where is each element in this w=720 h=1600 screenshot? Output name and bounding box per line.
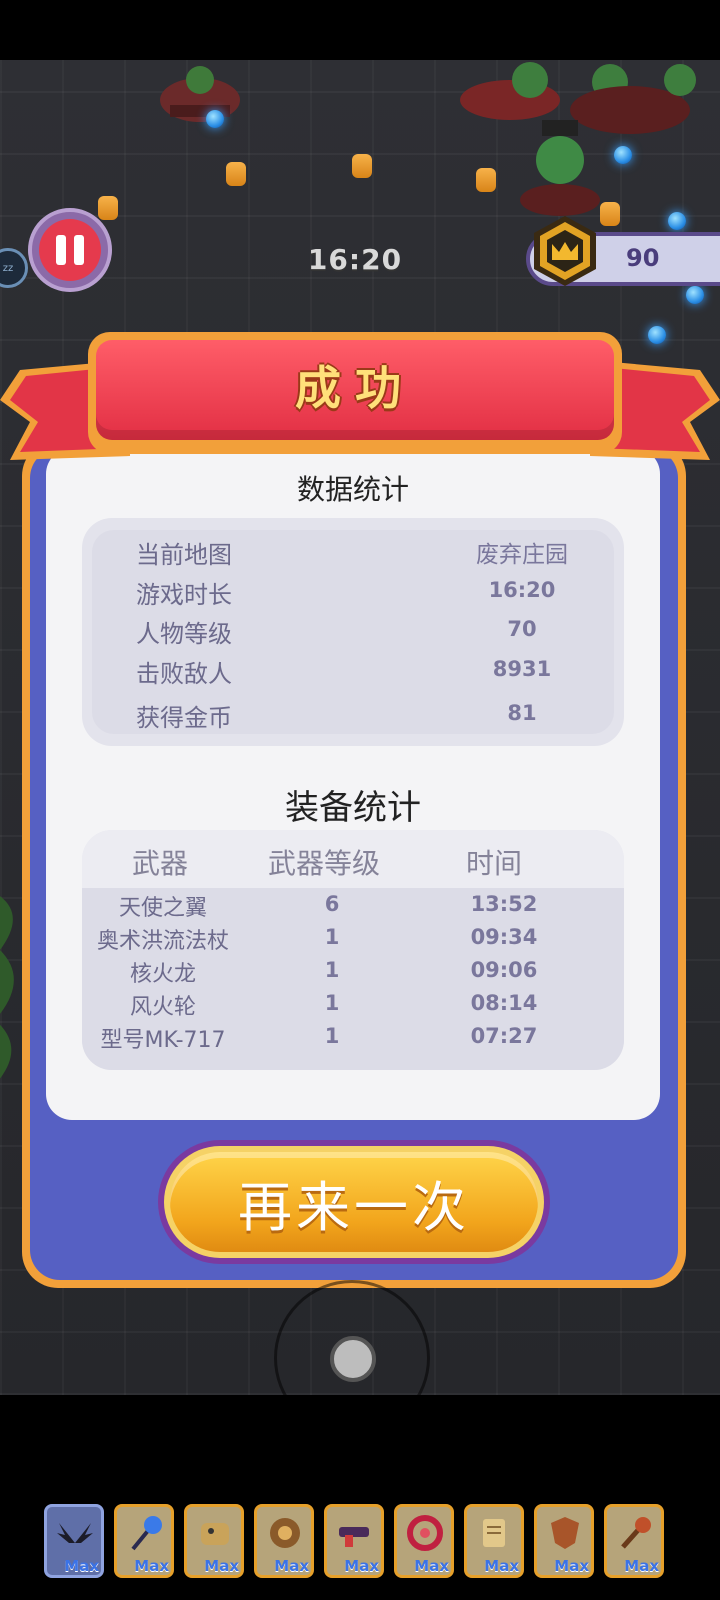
weapon-slot[interactable]: Max [464, 1504, 524, 1578]
weapon-slot[interactable]: Max [604, 1504, 664, 1578]
max-label: Max [64, 1557, 99, 1575]
coin-count: 90 [626, 244, 660, 272]
max-label: Max [134, 1557, 169, 1575]
table-row: 天使之翼 6 13:52 [82, 890, 624, 923]
stat-value: 81 [507, 701, 537, 725]
stat-value: 废弃庄园 [476, 542, 568, 568]
xp-gem-icon [648, 326, 666, 344]
max-label: Max [484, 1557, 519, 1575]
equipment-table-header: 武器 武器等级 时间 [82, 830, 624, 888]
max-label: Max [624, 1557, 659, 1575]
stat-value: 70 [507, 617, 537, 641]
stat-row-kills: 击败敌人 8931 [82, 654, 624, 692]
stat-row-map: 当前地图 废弃庄园 [82, 535, 624, 573]
scroll-icon [483, 1519, 505, 1547]
weapon-level: 1 [324, 1024, 340, 1048]
stat-label: 游戏时长 [136, 581, 232, 609]
weapon-level: 6 [324, 892, 340, 916]
weapon-level: 1 [324, 991, 340, 1015]
stat-value: 8931 [492, 657, 552, 681]
zombie-group-left-icon [160, 66, 240, 122]
joystick-knob[interactable] [330, 1336, 376, 1382]
game-timer: 16:20 [307, 243, 403, 276]
stats-box: 当前地图 废弃庄园 游戏时长 16:20 人物等级 70 击败敌人 8931 获… [82, 518, 624, 746]
weapon-time: 09:06 [470, 958, 538, 982]
wheel-icon [270, 1518, 300, 1548]
xp-gem-icon [614, 146, 632, 164]
coin-drop-icon [352, 154, 372, 178]
dragon-icon [201, 1523, 229, 1545]
max-label: Max [414, 1557, 449, 1575]
stat-label: 人物等级 [136, 620, 232, 648]
retry-button[interactable]: 再来一次 [170, 1152, 538, 1252]
side-badge-label: zz [2, 262, 14, 274]
pause-icon [39, 219, 101, 281]
weapon-name: 型号MK-717 [100, 1028, 226, 1053]
result-title: 成功 [295, 361, 415, 415]
weapon-time: 13:52 [470, 892, 538, 916]
table-row: 核火龙 1 09:06 [82, 956, 624, 989]
weapon-slot[interactable]: Max [324, 1504, 384, 1578]
stat-value: 16:20 [488, 578, 556, 602]
weapon-slot[interactable]: Max [114, 1504, 174, 1578]
stat-label: 获得金币 [136, 704, 232, 732]
header-time: 时间 [466, 847, 523, 880]
equipment-table: 武器 武器等级 时间 天使之翼 6 13:52 奥术洪流法杖 1 09:34 核… [82, 830, 624, 1070]
staff-icon [131, 1516, 162, 1551]
stat-row-duration: 游戏时长 16:20 [82, 575, 624, 613]
weapon-time: 09:34 [470, 925, 538, 949]
max-label: Max [204, 1557, 239, 1575]
stat-label: 击败敌人 [136, 660, 232, 688]
header-weapon-level: 武器等级 [268, 847, 381, 880]
weapon-slot[interactable]: Max [394, 1504, 454, 1578]
coin-drop-icon [600, 202, 620, 226]
weapon-slot[interactable]: Max [184, 1504, 244, 1578]
coin-drop-icon [226, 162, 246, 186]
ring-icon [407, 1515, 443, 1551]
club-icon [621, 1517, 651, 1549]
wings-icon [57, 1523, 93, 1543]
gun-icon [339, 1527, 369, 1547]
weapon-slot[interactable]: Max [254, 1504, 314, 1578]
header-weapon: 武器 [132, 847, 189, 880]
xp-gem-icon [206, 110, 224, 128]
stat-row-coins: 获得金币 81 [82, 698, 624, 736]
weapon-name: 核火龙 [129, 962, 196, 987]
xp-gem-icon [668, 212, 686, 230]
table-row: 奥术洪流法杖 1 09:34 [82, 923, 624, 956]
coin-drop-icon [98, 196, 118, 220]
table-row: 型号MK-717 1 07:27 [82, 1022, 624, 1055]
table-row: 风火轮 1 08:14 [82, 989, 624, 1022]
coin-drop-icon [476, 168, 496, 192]
crown-coin-icon [534, 216, 596, 286]
weapon-name: 天使之翼 [118, 896, 207, 921]
stat-label: 当前地图 [136, 541, 232, 569]
stat-row-level: 人物等级 70 [82, 614, 624, 652]
stats-title: 数据统计 [296, 473, 409, 506]
equipment-title: 装备统计 [285, 788, 421, 828]
max-label: Max [274, 1557, 309, 1575]
pause-button[interactable] [28, 208, 112, 292]
shield-icon [551, 1517, 579, 1549]
max-label: Max [554, 1557, 589, 1575]
weapon-bar: Max Max Max Max Max Max Max Max Max [44, 1504, 668, 1578]
weapon-slot[interactable]: Max [534, 1504, 594, 1578]
zombie-horde-right-icon [460, 62, 696, 216]
weapon-name: 风火轮 [129, 995, 196, 1020]
weapon-level: 1 [324, 925, 340, 949]
xp-gem-icon [686, 286, 704, 304]
weapon-level: 1 [324, 958, 340, 982]
weapon-slot[interactable]: Max [44, 1504, 104, 1578]
weapon-time: 08:14 [470, 991, 538, 1015]
max-label: Max [344, 1557, 379, 1575]
weapon-name: 奥术洪流法杖 [96, 929, 229, 954]
weapon-time: 07:27 [470, 1024, 538, 1048]
